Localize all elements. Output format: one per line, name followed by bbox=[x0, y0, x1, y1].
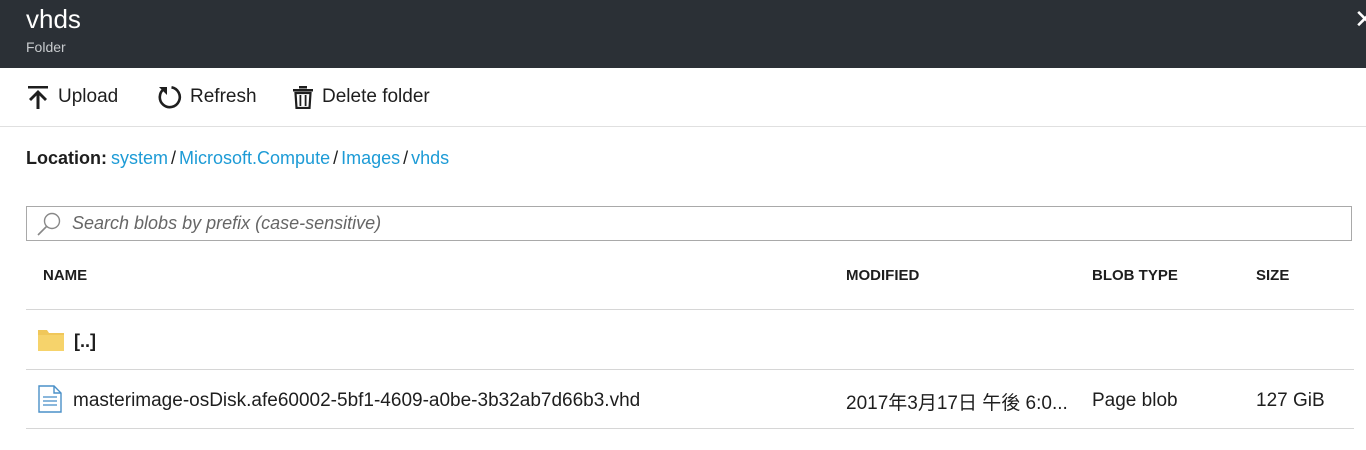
location-label: Location: bbox=[26, 148, 107, 168]
divider bbox=[26, 309, 1354, 310]
delete-folder-label: Delete folder bbox=[322, 86, 430, 107]
folder-icon bbox=[38, 330, 64, 351]
column-header-modified[interactable]: MODIFIED bbox=[846, 267, 919, 284]
table-row[interactable]: masterimage-osDisk.afe60002-5bf1-4609-a0… bbox=[26, 370, 1354, 428]
breadcrumb-system[interactable]: system bbox=[111, 148, 168, 168]
upload-button[interactable]: Upload bbox=[26, 84, 118, 110]
breadcrumb-separator: / bbox=[171, 148, 177, 168]
close-icon[interactable]: ✕ bbox=[1354, 4, 1366, 34]
breadcrumb-vhds[interactable]: vhds bbox=[411, 148, 449, 168]
row-blob-type: Page blob bbox=[1092, 390, 1178, 411]
command-bar: Upload Refresh Delete folder bbox=[0, 68, 1366, 127]
upload-icon bbox=[28, 86, 48, 109]
row-name: masterimage-osDisk.afe60002-5bf1-4609-a0… bbox=[73, 390, 641, 411]
blade-title: vhds bbox=[26, 4, 81, 34]
trash-icon bbox=[293, 86, 313, 109]
breadcrumb-separator: / bbox=[403, 148, 409, 168]
breadcrumb: Location: system / Microsoft.Compute / Images… bbox=[26, 148, 449, 169]
breadcrumb-images[interactable]: Images bbox=[341, 148, 400, 168]
row-size: 127 GiB bbox=[1256, 390, 1325, 411]
file-icon bbox=[38, 385, 62, 413]
refresh-label: Refresh bbox=[190, 86, 257, 107]
column-header-size[interactable]: SIZE bbox=[1256, 267, 1289, 284]
search-input[interactable] bbox=[70, 212, 1274, 235]
delete-folder-button[interactable]: Delete folder bbox=[292, 84, 430, 110]
breadcrumb-separator: / bbox=[333, 148, 339, 168]
divider bbox=[26, 428, 1354, 429]
refresh-icon bbox=[158, 86, 182, 109]
table-row[interactable]: [..] bbox=[26, 311, 1354, 369]
search-icon bbox=[37, 212, 61, 236]
upload-label: Upload bbox=[58, 86, 119, 107]
row-modified: 2017年3月17日 午後 6:0... bbox=[846, 393, 1068, 414]
blade-subtitle: Folder bbox=[26, 39, 66, 55]
blade-header: vhds Folder ✕ bbox=[0, 0, 1366, 68]
row-name: [..] bbox=[74, 331, 96, 351]
search-box bbox=[26, 206, 1352, 241]
column-header-name[interactable]: NAME bbox=[43, 267, 87, 284]
refresh-button[interactable]: Refresh bbox=[156, 84, 257, 110]
column-header-blob-type[interactable]: BLOB TYPE bbox=[1092, 267, 1178, 284]
breadcrumb-microsoft-compute[interactable]: Microsoft.Compute bbox=[179, 148, 330, 168]
